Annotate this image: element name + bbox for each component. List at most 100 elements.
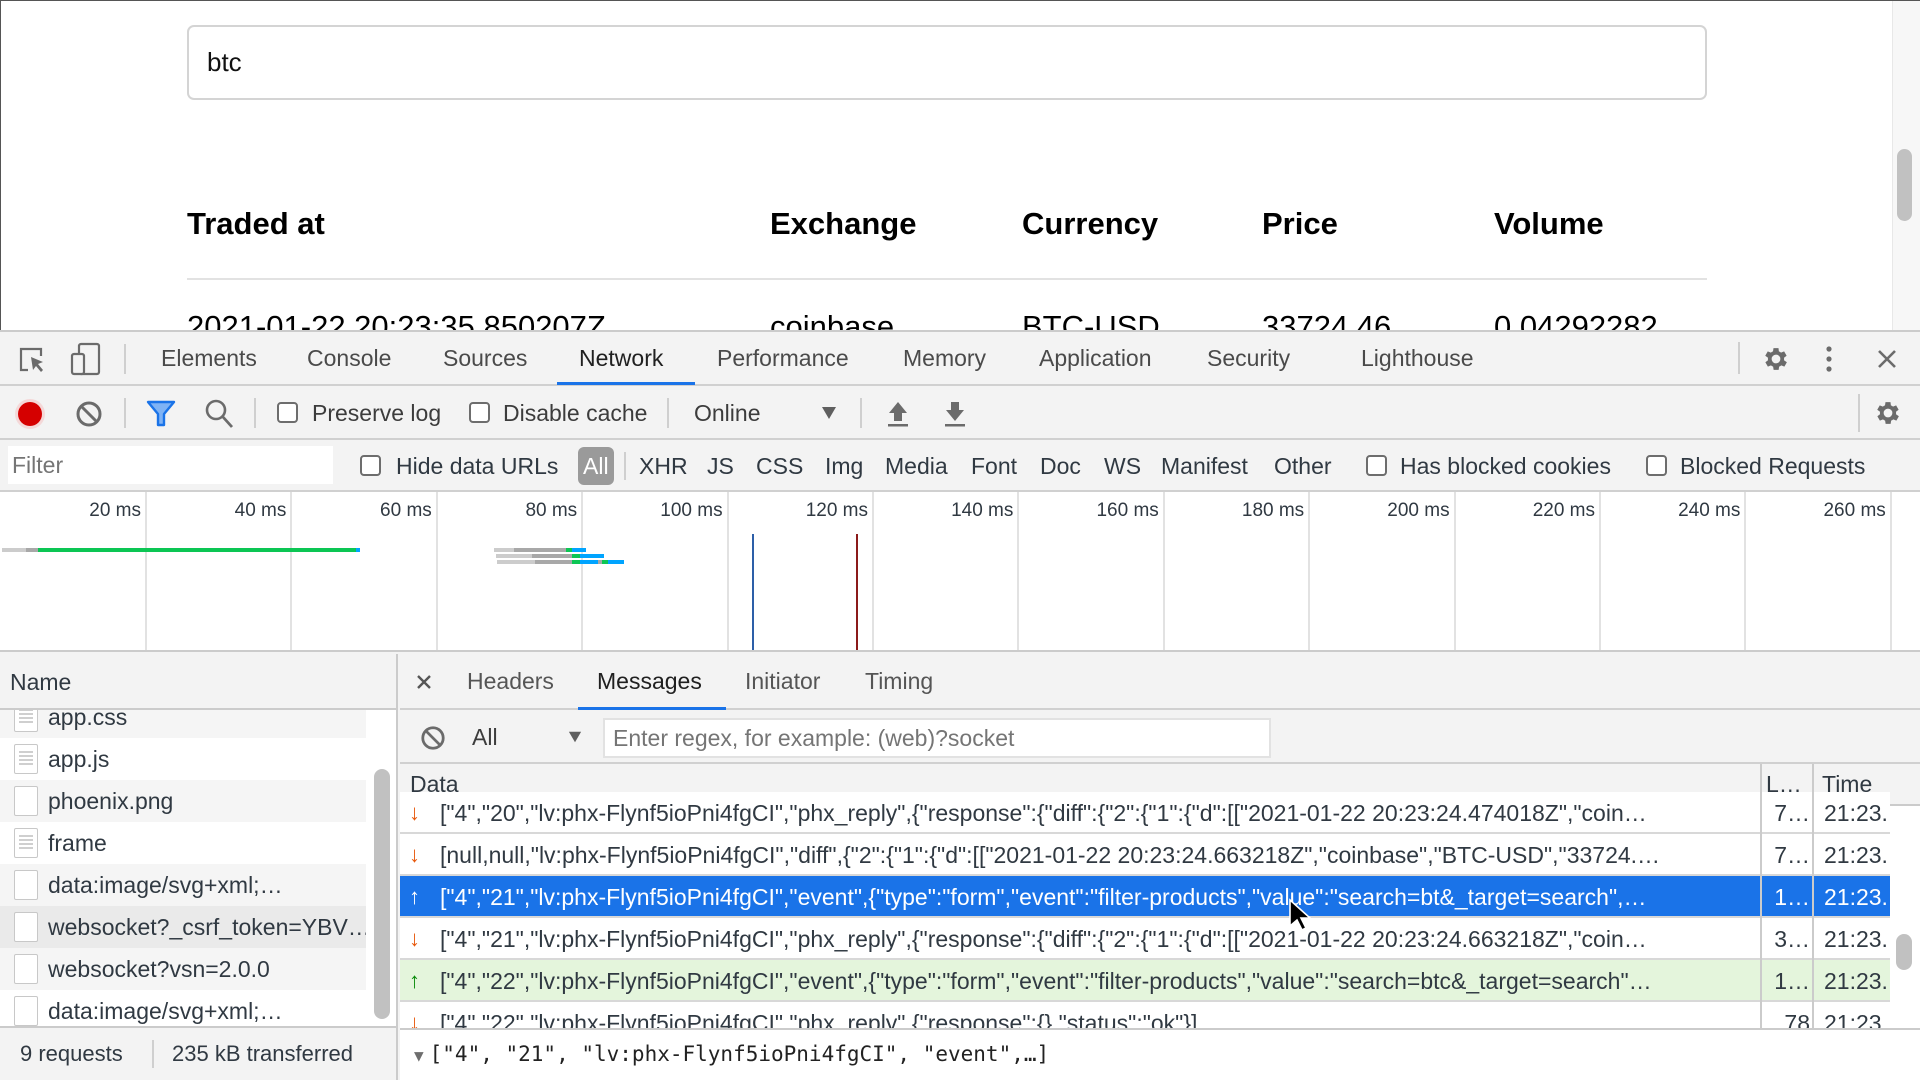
tab-network[interactable]: Network [579, 332, 663, 384]
overview-gridline [1453, 492, 1456, 650]
tab-memory[interactable]: Memory [903, 332, 986, 384]
trade-cell-traded-at: 2021-01-22 20:23:35.850207Z [187, 309, 606, 330]
hide-data-urls-label[interactable]: Hide data URLs [396, 440, 558, 492]
page-scrollbar-thumb[interactable] [1897, 149, 1912, 221]
name-column-header[interactable]: Name [0, 654, 396, 710]
tab-performance[interactable]: Performance [717, 332, 849, 384]
message-row[interactable]: ↓ ["4","21","lv:phx-Flynf5ioPni4fgCI","ph… [400, 918, 1890, 960]
separator [667, 398, 669, 428]
tab-security[interactable]: Security [1207, 332, 1290, 384]
filter-type-media[interactable]: Media [885, 440, 948, 492]
filter-type-img[interactable]: Img [825, 440, 863, 492]
trade-cell-volume: 0.04292282 [1494, 309, 1658, 330]
overview-bar [580, 560, 598, 564]
overview-gridline [726, 492, 729, 650]
search-input[interactable]: btc [187, 25, 1707, 100]
tab-application[interactable]: Application [1039, 332, 1152, 384]
request-row[interactable]: frame [0, 822, 366, 864]
more-options-icon[interactable] [1824, 344, 1834, 374]
filter-type-ws[interactable]: WS [1104, 440, 1141, 492]
blocked-requests-label[interactable]: Blocked Requests [1680, 440, 1865, 492]
table-divider [187, 278, 1707, 280]
overview-tick-label: 260 ms [1823, 500, 1886, 521]
close-devtools-icon[interactable] [1876, 348, 1898, 370]
websocket-icon [14, 912, 38, 942]
filter-type-css[interactable]: CSS [756, 440, 803, 492]
request-row[interactable]: data:image/svg+xml;… [0, 864, 366, 906]
has-blocked-cookies-label[interactable]: Has blocked cookies [1400, 440, 1611, 492]
message-row[interactable]: ↑ ["4","21","lv:phx-Flynf5ioPni4fgCI","ev… [400, 876, 1890, 918]
clear-icon[interactable] [75, 400, 103, 428]
column-separator[interactable] [1760, 764, 1762, 1028]
request-name: frame [48, 830, 107, 856]
request-row[interactable]: phoenix.png [0, 780, 366, 822]
filter-type-font[interactable]: Font [971, 440, 1017, 492]
request-row[interactable]: websocket?_csrf_token=YBV… [0, 906, 366, 948]
request-row[interactable]: app.css [0, 710, 366, 738]
message-type-value[interactable]: All [472, 710, 498, 764]
clear-messages-icon[interactable] [420, 725, 446, 751]
message-row[interactable]: ↓ [null,null,"lv:phx-Flynf5ioPni4fgCI","d… [400, 834, 1890, 876]
messages-scrollbar-thumb[interactable] [1896, 934, 1912, 970]
message-row[interactable]: ↑ ["4","22","lv:phx-Flynf5ioPni4fgCI","ev… [400, 960, 1890, 1002]
disable-cache-label[interactable]: Disable cache [503, 386, 647, 440]
overview-tick-label: 160 ms [1096, 500, 1159, 521]
overview-gridline [872, 492, 874, 650]
message-time: 21:23. [1824, 968, 1888, 994]
tab-sources[interactable]: Sources [443, 332, 527, 384]
detail-tab-messages[interactable]: Messages [597, 654, 702, 708]
export-har-icon[interactable] [943, 400, 967, 428]
dropdown-arrow-icon[interactable] [568, 730, 582, 744]
filter-type-doc[interactable]: Doc [1040, 440, 1081, 492]
message-row[interactable]: ↓ ["4","20","lv:phx-Flynf5ioPni4fgCI","ph… [400, 792, 1890, 834]
filter-type-all[interactable]: All [578, 447, 614, 485]
web-page: btc Traded at Exchange Currency Price Vo… [0, 0, 1920, 330]
overview-gridline [145, 492, 147, 650]
blocked-requests-checkbox[interactable] [1646, 455, 1667, 476]
detail-tab-headers[interactable]: Headers [467, 654, 554, 708]
filter-icon[interactable] [146, 400, 176, 428]
request-row[interactable]: app.js [0, 738, 366, 780]
filter-type-manifest[interactable]: Manifest [1161, 440, 1248, 492]
tab-elements[interactable]: Elements [161, 332, 257, 384]
filter-type-other[interactable]: Other [1274, 440, 1332, 492]
settings-gear-icon[interactable] [1761, 344, 1791, 374]
message-filter-bar: All [400, 710, 1920, 764]
message-preview[interactable]: ▼ ["4", "21", "lv:phx-Flynf5ioPni4fgCI", … [400, 1028, 1920, 1080]
filter-input[interactable] [8, 446, 333, 484]
tab-lighthouse[interactable]: Lighthouse [1361, 332, 1474, 384]
tab-console[interactable]: Console [307, 332, 391, 384]
filter-type-xhr[interactable]: XHR [639, 440, 688, 492]
has-blocked-cookies-checkbox[interactable] [1366, 455, 1387, 476]
overview-bar [572, 548, 586, 552]
inspect-element-icon[interactable] [18, 346, 48, 374]
network-overview-timeline[interactable]: 20 ms 40 ms 60 ms 80 ms 100 ms 120 ms 140 ms 16… [0, 492, 1920, 652]
dropdown-arrow-icon[interactable] [821, 406, 837, 420]
request-list-scrollbar-thumb[interactable] [374, 769, 390, 1019]
close-detail-icon[interactable] [416, 674, 432, 690]
detail-tab-timing[interactable]: Timing [865, 654, 933, 708]
request-name: phoenix.png [48, 788, 174, 814]
hide-data-urls-checkbox[interactable] [360, 455, 381, 476]
overview-tick-label: 220 ms [1532, 500, 1595, 521]
websocket-icon [14, 954, 38, 984]
overview-tick-label: 80 ms [525, 500, 578, 521]
preserve-log-label[interactable]: Preserve log [312, 386, 441, 440]
throttling-value[interactable]: Online [694, 386, 760, 440]
request-name: data:image/svg+xml;… [48, 872, 283, 898]
request-row[interactable]: data:image/svg+xml;… [0, 990, 366, 1026]
detail-tab-initiator[interactable]: Initiator [745, 654, 820, 708]
request-row[interactable]: websocket?vsn=2.0.0 [0, 948, 366, 990]
import-har-icon[interactable] [886, 400, 910, 428]
search-icon[interactable] [204, 398, 234, 430]
filter-type-js[interactable]: JS [707, 440, 734, 492]
preserve-log-checkbox[interactable] [277, 402, 298, 423]
network-settings-gear-icon[interactable] [1873, 398, 1903, 428]
disable-cache-checkbox[interactable] [469, 402, 490, 423]
expand-triangle-icon[interactable]: ▼ [414, 1046, 424, 1065]
column-separator[interactable] [1812, 764, 1814, 1028]
device-toolbar-icon[interactable] [70, 342, 102, 376]
record-icon[interactable] [14, 398, 46, 430]
message-regex-filter-input[interactable] [603, 718, 1271, 758]
separator [124, 344, 126, 374]
